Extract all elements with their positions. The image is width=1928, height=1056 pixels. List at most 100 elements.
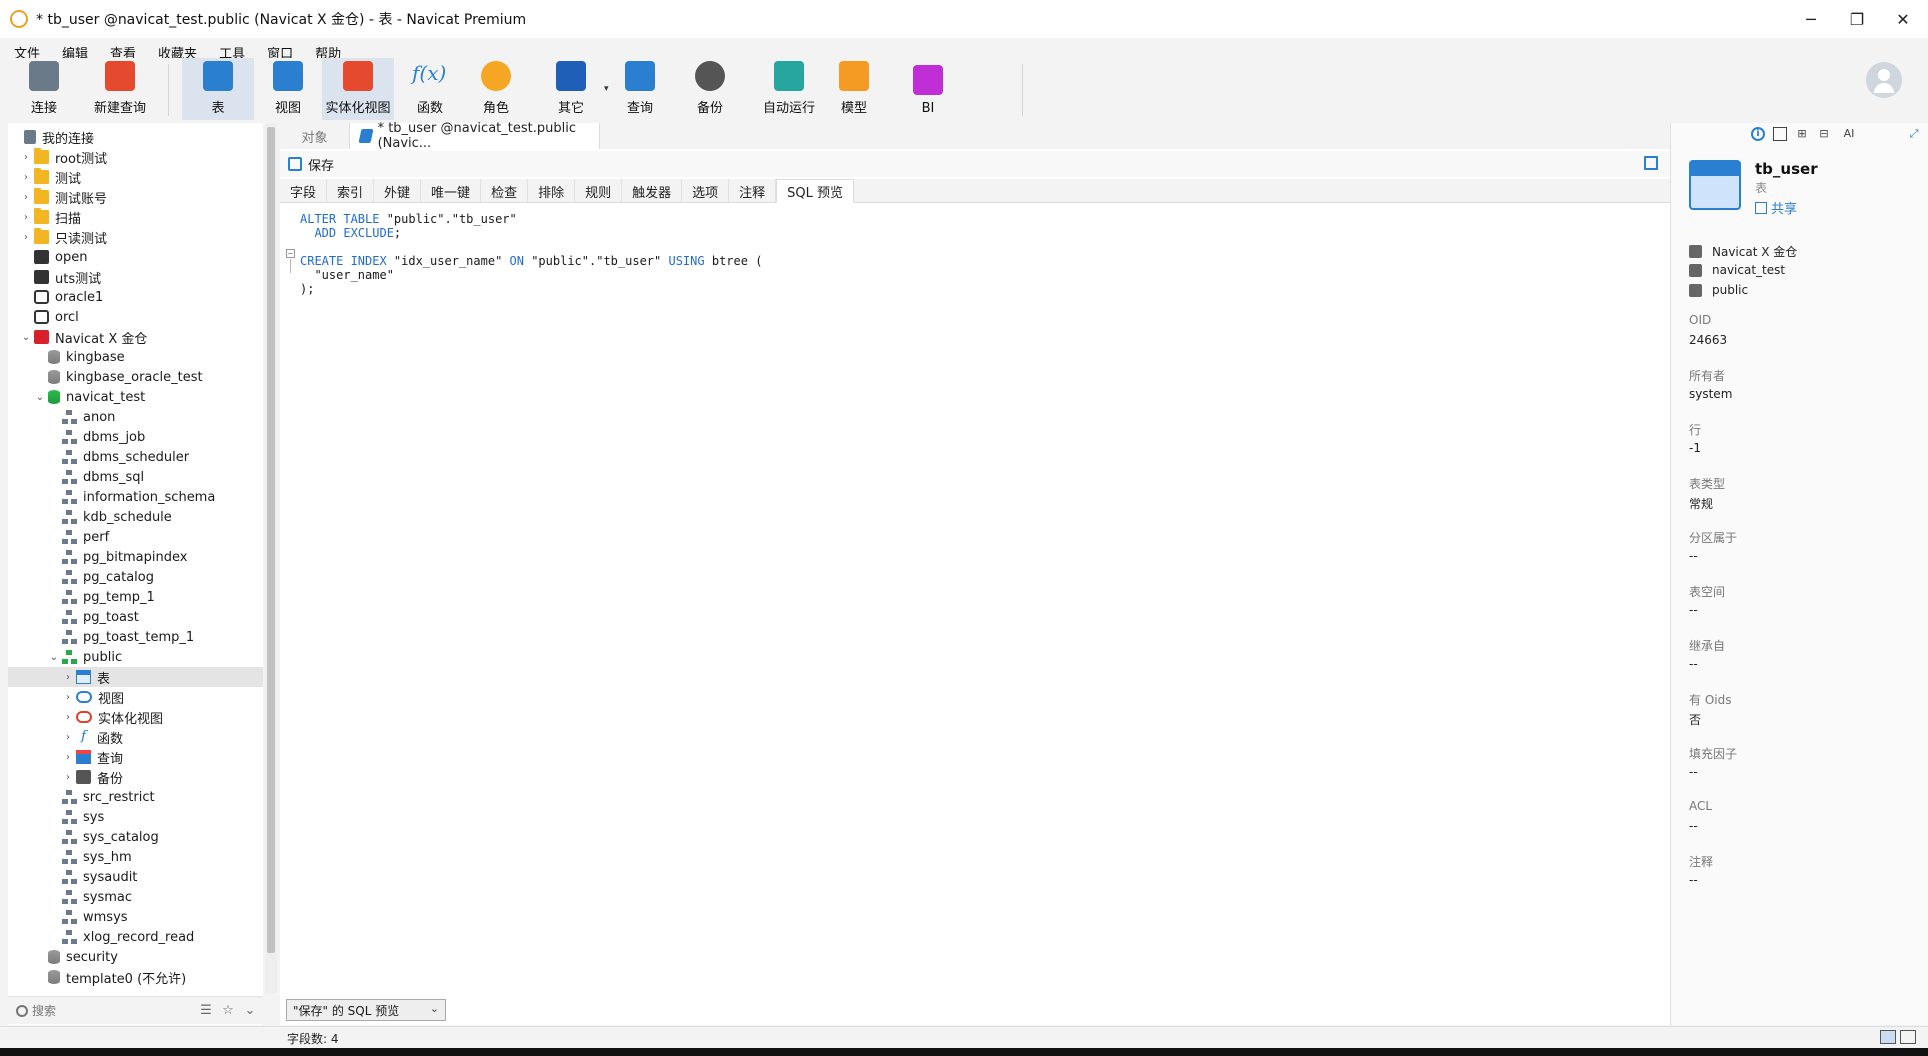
tree-item[interactable]: wmsys xyxy=(8,907,263,927)
expand-arrow-icon[interactable]: ⌄ xyxy=(48,652,60,663)
tree-item[interactable]: pg_toast xyxy=(8,607,263,627)
tree-item[interactable]: ⌄ navicat_test xyxy=(8,387,263,407)
toolbar-button-8[interactable]: 查询 xyxy=(618,58,662,120)
tree-item[interactable]: oracle1 xyxy=(8,287,263,307)
tree-item[interactable]: › root测试 xyxy=(8,147,263,167)
subtab[interactable]: 触发器 xyxy=(622,179,683,203)
tree-item[interactable]: pg_temp_1 xyxy=(8,587,263,607)
tree-scrollbar-thumb[interactable] xyxy=(267,127,275,953)
tree-item[interactable]: pg_toast_temp_1 xyxy=(8,627,263,647)
collapse-icon[interactable]: ⌄ xyxy=(241,1003,259,1018)
tree-item[interactable]: information_schema xyxy=(8,487,263,507)
subtab[interactable]: 注释 xyxy=(729,179,777,203)
tree-item[interactable]: sys_hm xyxy=(8,847,263,867)
tree-item[interactable]: › f 函数 xyxy=(8,727,263,747)
tree-scrollbar[interactable] xyxy=(265,123,277,993)
tree-item[interactable]: dbms_sql xyxy=(8,467,263,487)
ai-icon[interactable]: AI xyxy=(1839,127,1859,141)
save-button[interactable]: 保存 xyxy=(308,155,334,174)
tree-header-my-connections[interactable]: 我的连接 xyxy=(8,127,263,147)
maximize-button[interactable]: ❐ xyxy=(1834,0,1880,38)
fullscreen-icon[interactable] xyxy=(1644,156,1658,170)
tree-item[interactable]: perf xyxy=(8,527,263,547)
er-icon[interactable]: ⊟ xyxy=(1817,127,1831,141)
tree-item[interactable]: › 测试 xyxy=(8,167,263,187)
expand-arrow-icon[interactable]: › xyxy=(62,732,74,743)
tree-item[interactable]: › 扫描 xyxy=(8,207,263,227)
tree-item[interactable]: › 视图 xyxy=(8,687,263,707)
expand-arrow-icon[interactable]: › xyxy=(62,692,74,703)
tree-item[interactable]: src_restrict xyxy=(8,787,263,807)
close-button[interactable]: ✕ xyxy=(1880,0,1926,38)
expand-arrow-icon[interactable]: › xyxy=(62,672,74,683)
tree-item[interactable]: security xyxy=(8,947,263,967)
tree-item[interactable]: › 查询 xyxy=(8,747,263,767)
toolbar-button-5[interactable]: f(x) 函数 xyxy=(408,58,452,120)
tree-item[interactable]: sys xyxy=(8,807,263,827)
info-icon[interactable]: i xyxy=(1751,127,1765,141)
tree-item[interactable]: pg_bitmapindex xyxy=(8,547,263,567)
fold-toggle-icon[interactable]: − xyxy=(286,249,295,258)
tree-item[interactable]: orcl xyxy=(8,307,263,327)
subtab[interactable]: 选项 xyxy=(682,179,730,203)
toolbar-button-11[interactable]: 模型 xyxy=(832,58,876,120)
tree-item[interactable]: uts测试 xyxy=(8,267,263,287)
tree-item[interactable]: sys_catalog xyxy=(8,827,263,847)
tree-item[interactable]: › 只读测试 xyxy=(8,227,263,247)
subtab[interactable]: SQL 预览 xyxy=(776,179,855,203)
toolbar-button-6[interactable]: 角色 xyxy=(474,58,518,120)
tree-item[interactable]: › 测试账号 xyxy=(8,187,263,207)
tree-item[interactable]: dbms_scheduler xyxy=(8,447,263,467)
tree-item[interactable]: pg_catalog xyxy=(8,567,263,587)
tab-objects[interactable]: 对象 xyxy=(280,123,350,149)
tree-item[interactable]: › 备份 xyxy=(8,767,263,787)
expand-arrow-icon[interactable]: › xyxy=(20,212,32,223)
more-dropdown-icon[interactable]: ▾ xyxy=(604,84,609,94)
tree-item[interactable]: xlog_record_read xyxy=(8,927,263,947)
subtab[interactable]: 唯一键 xyxy=(421,179,482,203)
search-input[interactable]: 搜索 xyxy=(32,1002,197,1019)
toolbar-button-0[interactable]: 连接 xyxy=(22,58,66,120)
tree-item[interactable]: template0 (不允许) xyxy=(8,967,263,987)
expand-arrow-icon[interactable]: › xyxy=(62,712,74,723)
tree-item[interactable]: kdb_schedule xyxy=(8,507,263,527)
tab-tb-user[interactable]: * tb_user @navicat_test.public (Navic... xyxy=(350,121,600,151)
toolbar-button-2[interactable]: 表 xyxy=(182,58,254,120)
tree-item[interactable]: anon xyxy=(8,407,263,427)
user-avatar-icon[interactable] xyxy=(1866,62,1902,98)
tree-item[interactable]: sysmac xyxy=(8,887,263,907)
tree-item[interactable]: › 实体化视图 xyxy=(8,707,263,727)
tree-item[interactable]: ⌄ Navicat X 金仓 xyxy=(8,327,263,347)
toolbar-button-4[interactable]: 实体化视图 xyxy=(322,58,394,120)
ddl-icon[interactable] xyxy=(1773,127,1787,141)
subtab[interactable]: 字段 xyxy=(280,179,328,203)
sql-preview-select[interactable]: "保存" 的 SQL 预览 ⌄ xyxy=(286,999,446,1021)
tree-item[interactable]: sysaudit xyxy=(8,867,263,887)
expand-arrow-icon[interactable]: ⌄ xyxy=(20,332,32,343)
filter-icon[interactable]: ☰ xyxy=(197,1003,215,1018)
toolbar-button-9[interactable]: 备份 xyxy=(688,58,732,120)
tree-item[interactable]: open xyxy=(8,247,263,267)
tree-item[interactable]: dbms_job xyxy=(8,427,263,447)
subtab[interactable]: 检查 xyxy=(481,179,529,203)
share-link[interactable]: 共享 xyxy=(1755,198,1797,217)
save-icon[interactable] xyxy=(288,157,302,171)
expand-arrow-icon[interactable]: › xyxy=(20,152,32,163)
expand-arrow-icon[interactable]: ⌄ xyxy=(34,392,46,403)
star-icon[interactable]: ☆ xyxy=(219,1003,237,1018)
expand-arrow-icon[interactable]: › xyxy=(62,772,74,783)
subtab[interactable]: 外键 xyxy=(374,179,422,203)
tree-item[interactable]: › 表 xyxy=(8,667,263,687)
expand-arrow-icon[interactable]: › xyxy=(20,232,32,243)
subtab[interactable]: 排除 xyxy=(528,179,576,203)
subtab[interactable]: 规则 xyxy=(575,179,623,203)
toolbar-button-10[interactable]: 自动运行 xyxy=(754,58,824,120)
form-view-icon[interactable] xyxy=(1900,1030,1916,1044)
toolbar-button-3[interactable]: 视图 xyxy=(266,58,310,120)
grid-view-icon[interactable] xyxy=(1880,1030,1896,1044)
expand-arrow-icon[interactable]: › xyxy=(20,172,32,183)
tree-item[interactable]: ⌄ public xyxy=(8,647,263,667)
expand-arrow-icon[interactable]: › xyxy=(62,752,74,763)
toolbar-button-12[interactable]: BI xyxy=(906,58,950,120)
tree-item[interactable]: kingbase_oracle_test xyxy=(8,367,263,387)
